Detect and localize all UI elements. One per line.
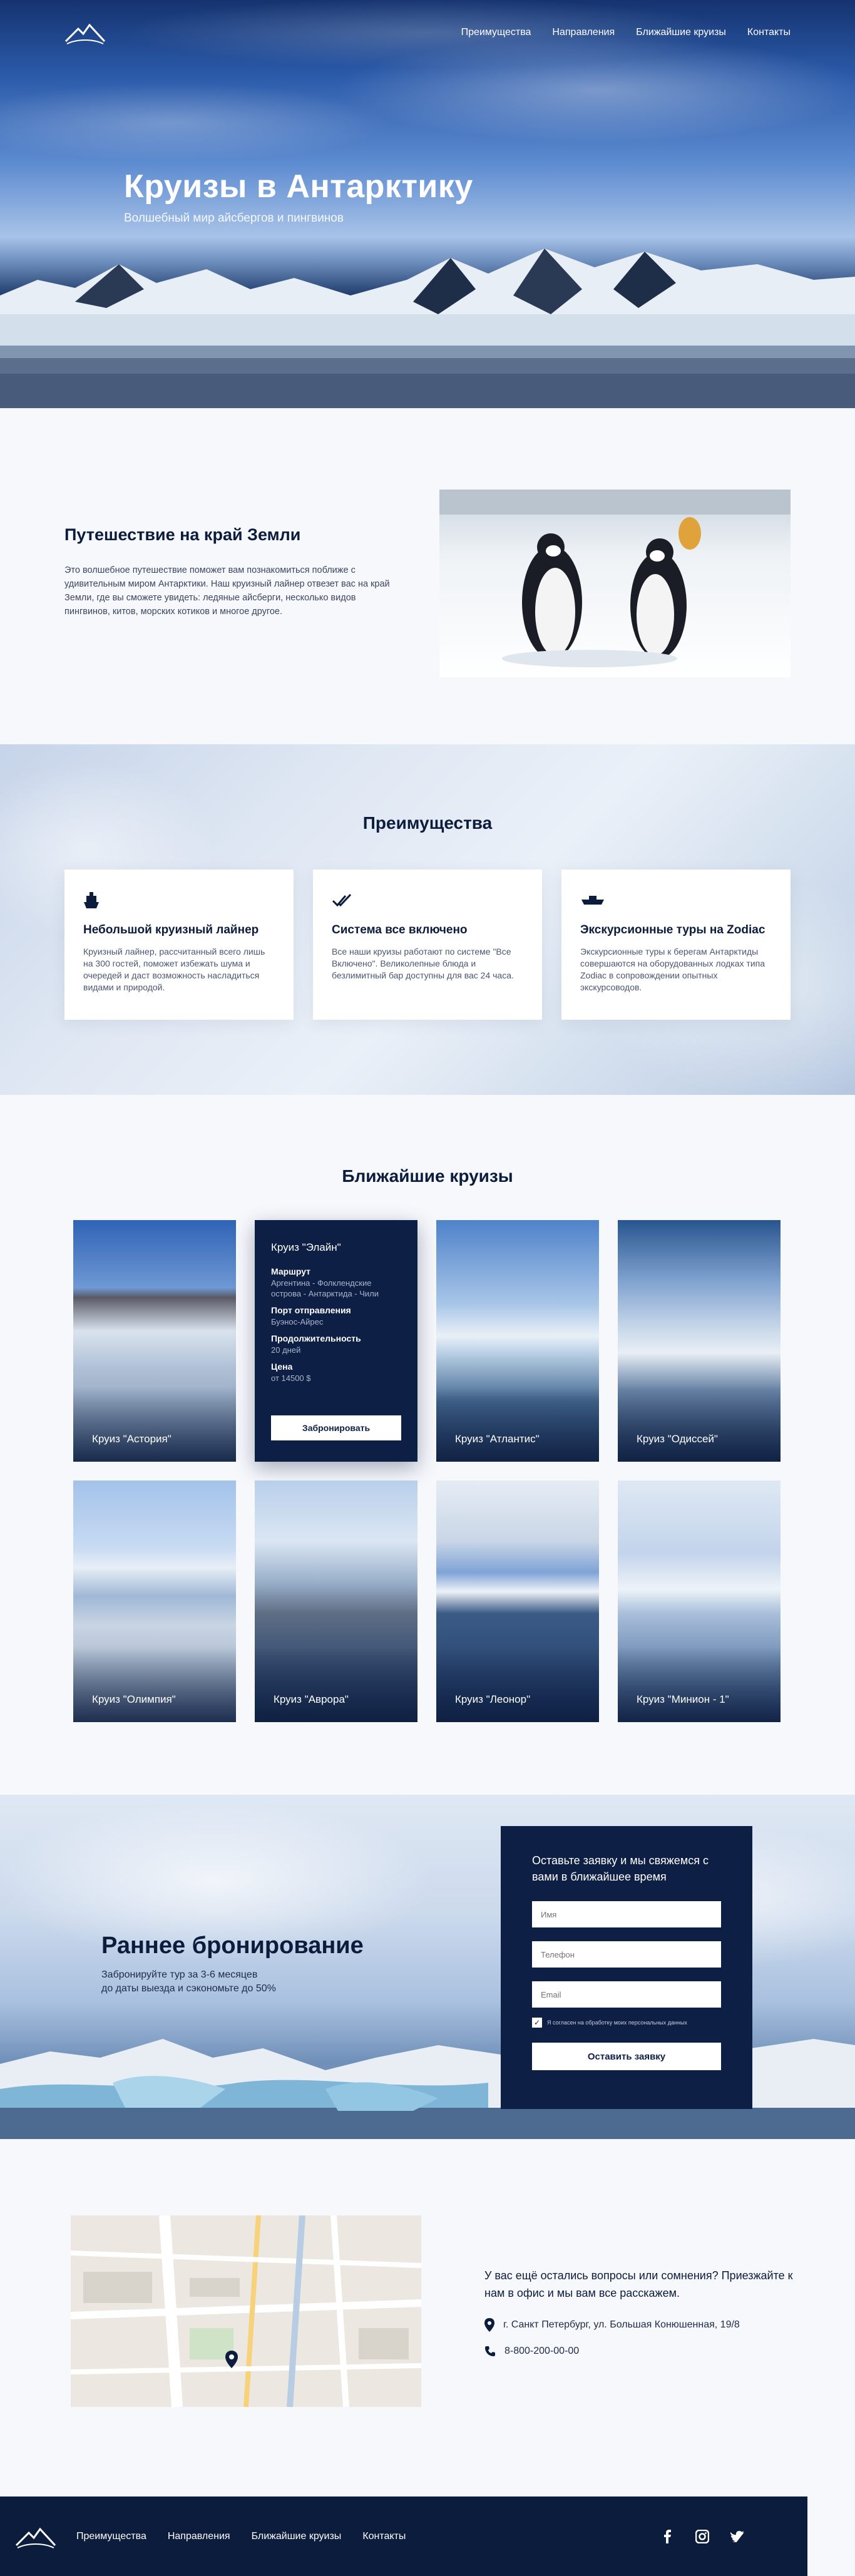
cruise-card-aurora[interactable]: Круиз "Аврора" <box>255 1480 417 1722</box>
name-field[interactable] <box>532 1901 721 1927</box>
social-links <box>660 2529 745 2544</box>
route-value: Аргентина - Фолклендские острова - Антар… <box>271 1278 379 1298</box>
footer-logo-icon[interactable] <box>15 2524 56 2549</box>
advantages-title: Преимущества <box>362 813 493 833</box>
cruise-card-elain-detail[interactable]: Круиз "Элайн" Маршрут Аргентина - Фолкле… <box>255 1220 417 1462</box>
about-section: Путешествие на край Земли Это волшебное … <box>0 408 855 744</box>
submit-request-button[interactable]: Оставить заявку <box>532 2043 721 2070</box>
footer-link-directions[interactable]: Направления <box>168 2531 230 2542</box>
advantages-section: Преимущества Небольшой круизный лайнер К… <box>0 744 855 1095</box>
contact-info: У вас ещё остались вопросы или сомнения?… <box>484 2267 797 2371</box>
duration-label: Продолжительность <box>271 1333 361 1343</box>
ship-icon <box>83 891 275 910</box>
advantage-text: Экскурсионные туры к берегам Антарктиды … <box>580 947 765 992</box>
email-field[interactable] <box>532 1981 721 2008</box>
nav-link-contacts[interactable]: Контакты <box>747 27 791 38</box>
consent-label: Я согласен на обработку моих персональны… <box>547 2019 687 2026</box>
advantages-cards: Небольшой круизный лайнер Круизный лайне… <box>64 870 791 1020</box>
cruise-detail-title: Круиз "Элайн" <box>271 1241 341 1253</box>
cruise-grid: Круиз "Астория" Круиз "Элайн" Маршрут Ар… <box>73 1220 781 1722</box>
facebook-icon[interactable] <box>660 2529 675 2544</box>
advantage-title: Экскурсионные туры на Zodiac <box>580 923 765 936</box>
footer-links: Преимущества Направления Ближайшие круиз… <box>76 2531 406 2542</box>
footer-link-cruises[interactable]: Ближайшие круизы <box>252 2531 342 2542</box>
about-text: Путешествие на край Земли Это волшебное … <box>64 525 390 618</box>
logo-mountains-icon[interactable] <box>64 20 106 45</box>
cruise-name: Круиз "Одиссей" <box>637 1433 718 1445</box>
early-booking-line2: до даты выезда и сэкономьте до 50% <box>101 1983 276 1994</box>
map-pin-icon <box>225 2351 238 2368</box>
footer-link-contacts[interactable]: Контакты <box>362 2531 406 2542</box>
nav-link-directions[interactable]: Направления <box>552 27 615 38</box>
twitter-icon[interactable] <box>730 2529 745 2544</box>
route-label: Маршрут <box>271 1266 311 1276</box>
hero-title: Круизы в Антарктику <box>124 168 473 205</box>
map[interactable] <box>71 2215 421 2407</box>
cruise-card-odyssey[interactable]: Круиз "Одиссей" <box>618 1220 781 1462</box>
penguins-image <box>439 490 791 677</box>
footer: Преимущества Направления Ближайшие круиз… <box>0 2496 807 2576</box>
nav-links: Преимущества Направления Ближайшие круиз… <box>461 27 791 38</box>
port-label: Порт отправления <box>271 1305 351 1315</box>
form-title: Оставьте заявку и мы свяжемся с вами в б… <box>532 1854 709 1883</box>
hero-mountains-image <box>0 249 855 408</box>
cruise-card-astoria[interactable]: Круиз "Астория" <box>73 1220 236 1462</box>
cruise-card-minion[interactable]: Круиз "Минион - 1" <box>618 1480 781 1722</box>
cruise-name: Круиз "Олимпия" <box>92 1693 176 1705</box>
price-value: от 14500 $ <box>271 1373 311 1383</box>
early-booking-section: Раннее бронирование Забронируйте тур за … <box>0 1795 855 2139</box>
advantage-text: Круизный лайнер, рассчитанный всего лишь… <box>83 947 265 992</box>
address-text: г. Санкт Петербург, ул. Большая Конюшенн… <box>503 2319 740 2330</box>
cruise-card-leonor[interactable]: Круиз "Леонор" <box>436 1480 599 1722</box>
consent-checkbox[interactable]: ✓ <box>532 2018 542 2028</box>
cruise-name: Круиз "Аврора" <box>274 1693 349 1705</box>
instagram-icon[interactable] <box>695 2529 710 2544</box>
early-booking-title: Раннее бронирование <box>101 1932 364 1959</box>
top-nav: Преимущества Направления Ближайшие круиз… <box>0 0 855 65</box>
nav-link-advantages[interactable]: Преимущества <box>461 27 531 38</box>
contacts-title: У вас ещё остались вопросы или сомнения?… <box>484 2269 793 2299</box>
nav-link-cruises[interactable]: Ближайшие круизы <box>636 27 726 38</box>
advantage-card: Экскурсионные туры на Zodiac Экскурсионн… <box>561 870 791 1020</box>
double-check-icon <box>332 891 523 910</box>
advantage-title: Небольшой круизный лайнер <box>83 923 259 936</box>
cruise-name: Круиз "Минион - 1" <box>637 1693 729 1705</box>
cruises-section: Ближайшие круизы Круиз "Астория" Круиз "… <box>0 1095 855 1795</box>
duration-value: 20 дней <box>271 1345 301 1355</box>
phone-icon <box>485 2346 495 2356</box>
footer-link-advantages[interactable]: Преимущества <box>76 2531 146 2542</box>
advantage-title: Система все включено <box>332 923 468 936</box>
address-row: г. Санкт Петербург, ул. Большая Конюшенн… <box>484 2318 797 2332</box>
contacts-section: У вас ещё остались вопросы или сомнения?… <box>0 2139 855 2487</box>
boat-icon <box>580 891 772 910</box>
consent-row: ✓ Я согласен на обработку моих персональ… <box>532 2018 721 2028</box>
cruise-card-atlantis[interactable]: Круиз "Атлантис" <box>436 1220 599 1462</box>
advantage-card: Небольшой круизный лайнер Круизный лайне… <box>64 870 294 1020</box>
phone-text[interactable]: 8-800-200-00-00 <box>504 2346 579 2357</box>
phone-field[interactable] <box>532 1941 721 1968</box>
request-form: Оставьте заявку и мы свяжемся с вами в б… <box>501 1826 752 2109</box>
advantage-text: Все наши круизы работают по системе "Все… <box>332 947 514 980</box>
cruises-title: Ближайшие круизы <box>342 1166 513 1186</box>
cruise-card-olympia[interactable]: Круиз "Олимпия" <box>73 1480 236 1722</box>
book-button[interactable]: Забронировать <box>271 1415 401 1440</box>
advantage-card: Система все включено Все наши круизы раб… <box>313 870 542 1020</box>
early-booking-line1: Забронируйте тур за 3-6 месяцев <box>101 1969 258 1980</box>
cruise-name: Круиз "Леонор" <box>455 1693 531 1705</box>
cruise-name: Круиз "Астория" <box>92 1433 172 1445</box>
phone-row: 8-800-200-00-00 <box>484 2346 797 2357</box>
location-pin-icon <box>484 2318 494 2332</box>
port-value: Буэнос-Айрес <box>271 1317 324 1326</box>
hero-text: Круизы в Антарктику Волшебный мир айсбер… <box>124 168 473 225</box>
about-description: Это волшебное путешествие поможет вам по… <box>64 565 390 617</box>
early-booking-text: Раннее бронирование Забронируйте тур за … <box>101 1932 364 1996</box>
hero-subtitle: Волшебный мир айсбергов и пингвинов <box>124 212 344 225</box>
cruise-name: Круиз "Атлантис" <box>455 1433 540 1445</box>
about-title: Путешествие на край Земли <box>64 525 301 544</box>
price-label: Цена <box>271 1362 293 1372</box>
hero-section: Преимущества Направления Ближайшие круиз… <box>0 0 855 408</box>
